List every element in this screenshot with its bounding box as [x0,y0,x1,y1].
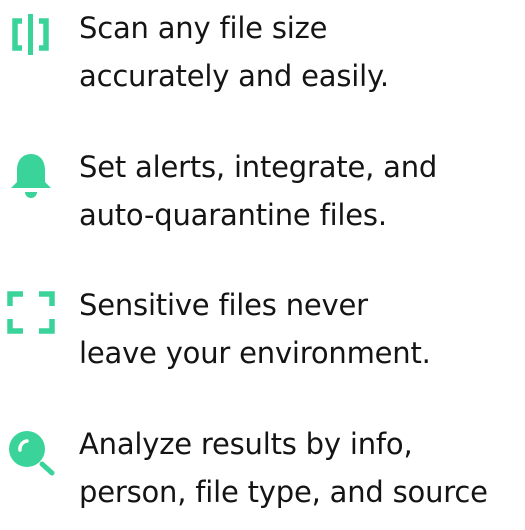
feature-line: person, file type, and source [79,475,488,509]
feature-analyze: Analyze results by info, person, file ty… [0,420,525,530]
feature-text: Set alerts, integrate, and auto-quaranti… [79,143,437,239]
feature-line: leave your environment. [79,336,431,370]
scan-icon [6,12,56,62]
feature-line: accurately and easily. [79,59,389,93]
feature-line: Analyze results by info, [79,427,413,461]
feature-text: Sensitive files never leave your environ… [79,281,431,377]
bell-icon [6,151,56,201]
feature-text: Analyze results by info, person, file ty… [79,420,488,516]
feature-text: Scan any file size accurately and easily… [79,4,389,100]
feature-scan: Scan any file size accurately and easily… [0,4,525,114]
feature-line: Set alerts, integrate, and [79,150,438,184]
feature-line: auto-quarantine files. [79,198,387,232]
feature-line: Sensitive files never [79,288,368,322]
feature-line: Scan any file size [79,11,328,45]
frame-corners-icon [6,289,56,339]
magnifier-icon [6,428,56,478]
feature-alerts: Set alerts, integrate, and auto-quaranti… [0,143,525,253]
feature-environment: Sensitive files never leave your environ… [0,281,525,391]
